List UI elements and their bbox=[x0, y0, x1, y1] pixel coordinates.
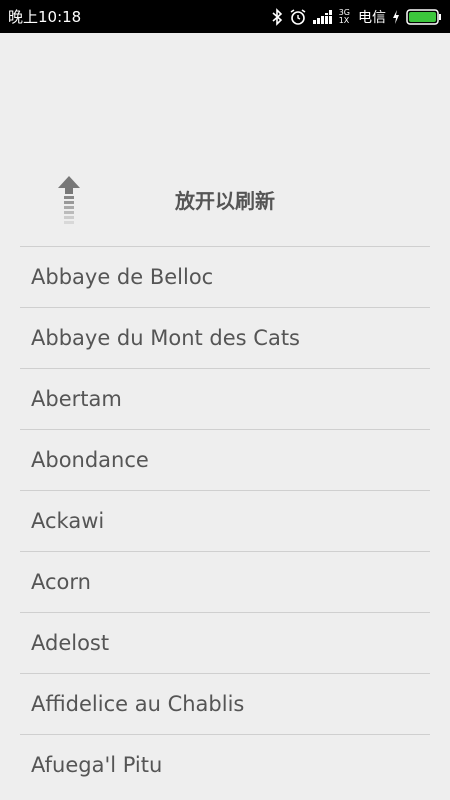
list-item[interactable]: Abbaye du Mont des Cats bbox=[20, 308, 430, 369]
status-bar: 晚上10:18 3G 1X 电信 bbox=[0, 0, 450, 33]
list-item[interactable]: Acorn bbox=[20, 552, 430, 613]
alarm-clock-icon bbox=[289, 8, 307, 26]
signal-icon bbox=[312, 9, 335, 24]
charging-icon bbox=[392, 9, 400, 24]
list-item[interactable]: Abertam bbox=[20, 369, 430, 430]
list-item[interactable]: Adelost bbox=[20, 613, 430, 674]
refresh-status-text: 放开以刷新 bbox=[175, 189, 275, 213]
status-icons: 3G 1X 电信 bbox=[271, 7, 442, 27]
list-item[interactable]: Ackawi bbox=[20, 491, 430, 552]
list-item[interactable]: Affidelice au Chablis bbox=[20, 674, 430, 735]
battery-icon bbox=[406, 8, 442, 25]
pull-to-refresh-header: 放开以刷新 bbox=[0, 33, 450, 246]
carrier-label: 电信 bbox=[358, 9, 386, 26]
cheese-list[interactable]: Abbaye de Belloc Abbaye du Mont des Cats… bbox=[20, 246, 430, 795]
list-item[interactable]: Abondance bbox=[20, 430, 430, 491]
list-item[interactable]: Afuega'l Pitu bbox=[20, 735, 430, 795]
network-type-bottom: 1X bbox=[338, 15, 350, 25]
list-item[interactable]: Abbaye de Belloc bbox=[20, 247, 430, 308]
status-time: 晚上10:18 bbox=[8, 8, 82, 26]
network-type: 3G 1X bbox=[338, 8, 350, 25]
bluetooth-icon bbox=[271, 7, 283, 26]
